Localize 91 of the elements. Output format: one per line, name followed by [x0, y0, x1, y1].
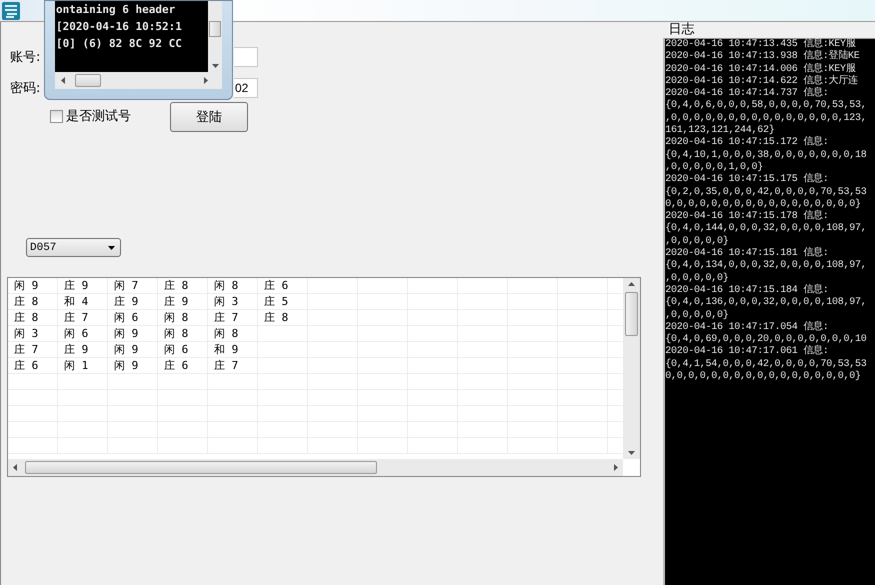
test-account-label[interactable]: 是否测试号 [66, 107, 131, 125]
vertical-scrollbar[interactable] [623, 278, 640, 459]
scroll-thumb[interactable] [209, 21, 221, 37]
down-arrow-icon[interactable] [212, 64, 218, 68]
table-cell: 庄 8 [258, 310, 308, 325]
log-line: 2020-04-16 10:47:13.435 信息:KEY服 [665, 39, 857, 50]
horizontal-scrollbar[interactable] [55, 72, 222, 89]
log-line: 0,0,0,0,0,0,0,0,0,0,0,0,0,0,0,0,0} [665, 198, 862, 210]
log-title: 日志 [667, 22, 696, 38]
up-arrow-icon[interactable] [628, 282, 635, 286]
right-arrow-icon[interactable] [204, 77, 208, 84]
right-arrow-icon[interactable] [614, 464, 618, 471]
table-cell: 庄 7 [58, 310, 108, 325]
log-line: 161,123,121,244,62} [665, 125, 776, 137]
password-label: 密码: [10, 80, 42, 97]
left-arrow-icon[interactable] [13, 464, 17, 471]
vertical-scrollbar[interactable] [208, 1, 222, 72]
log-line: 2020-04-16 10:47:17.061 信息: [665, 346, 830, 358]
log-line: 2020-04-16 10:47:15.175 信息: [665, 174, 830, 186]
scroll-thumb[interactable] [25, 461, 377, 474]
table-cell: 闲 3 [8, 326, 58, 341]
account-input[interactable] [234, 47, 258, 67]
table-cell: 庄 5 [258, 294, 308, 309]
log-line: ,0,0,0,0,0} [665, 310, 730, 322]
table-cell: 闲 3 [208, 294, 258, 309]
table-dropdown[interactable]: D057 [26, 238, 121, 257]
table-cell: 闲 1 [58, 358, 108, 373]
table-cell: 庄 8 [8, 310, 58, 325]
table-cell: 闲 6 [58, 326, 108, 341]
table-cell: 闲 9 [108, 326, 158, 341]
table-cell: 庄 6 [158, 358, 208, 373]
log-line: {0,4,0,134,0,0,0,32,0,0,0,0,108,97, [665, 260, 868, 272]
login-button[interactable]: 登陆 [170, 102, 248, 132]
scroll-thumb[interactable] [625, 292, 638, 336]
horizontal-scrollbar[interactable] [8, 459, 623, 476]
table-cell: 闲 8 [208, 326, 258, 341]
log-line: {0,4,0,6,0,0,0,58,0,0,0,0,70,53,53, [665, 100, 868, 113]
log-line: 2020-04-16 10:47:14.737 信息: [665, 88, 830, 100]
table-cell: 庄 7 [208, 310, 258, 325]
table-cell: 闲 8 [158, 310, 208, 325]
console-line: [0] (6) 82 8C 92 CC [56, 36, 183, 52]
log-line: 2020-04-16 10:47:15.172 信息: [665, 137, 830, 150]
table-cell: 庄 8 [158, 278, 208, 293]
log-line: 2020-04-16 10:47:14.006 信息:KEY服 [665, 64, 857, 75]
checkbox[interactable] [50, 110, 63, 122]
log-line: ,0,0,0,0,0} [665, 236, 730, 248]
down-arrow-icon[interactable] [628, 451, 635, 455]
app-icon[interactable] [2, 2, 20, 20]
log-line: {0,4,0,144,0,0,0,32,0,0,0,0,108,97, [665, 223, 868, 236]
log-line: ,0,0,0,0,0} [665, 272, 730, 285]
table-cell: 庄 9 [58, 342, 108, 357]
caret-icon [108, 246, 115, 250]
table-cell: 庄 7 [8, 342, 58, 357]
table-cell: 庄 8 [8, 294, 58, 309]
console-line: [2020-04-16 10:52:1 [56, 19, 183, 35]
table-cell: 闲 8 [158, 326, 208, 341]
log-line: 2020-04-16 10:47:14.622 信息:大厅连 [665, 76, 859, 87]
table-cell: 庄 9 [108, 294, 158, 309]
log-line: 2020-04-16 10:47:15.178 信息: [665, 211, 830, 222]
log-line: {0,4,10,1,0,0,0,38,0,0,0,0,0,0,0,18 [665, 150, 868, 162]
table-cell: 闲 9 [108, 342, 158, 357]
log-line: 2020-04-16 10:47:15.181 信息: [665, 248, 830, 260]
table-cell: 庄 9 [58, 278, 108, 293]
password-input[interactable]: 02 [234, 78, 258, 98]
table-cell: 和 4 [58, 294, 108, 309]
log-line: ,0,0,0,0,0,1,0,0} [665, 162, 764, 174]
table-cell: 闲 9 [108, 358, 158, 373]
table-cell: 闲 6 [158, 342, 208, 357]
log-line: 2020-04-16 10:47:17.054 信息: [665, 322, 830, 334]
table-cell: 闲 8 [208, 278, 258, 293]
table-cell: 闲 7 [108, 278, 158, 293]
table-cell: 庄 6 [8, 358, 58, 373]
console-line: ontaining 6 header [56, 2, 176, 18]
left-arrow-icon[interactable] [61, 77, 65, 84]
log-line: 2020-04-16 10:47:15.184 信息: [665, 284, 830, 296]
log-line: 0,0,0,0,0,0,0,0,0,0,0,0,0,0,0,0,0} [665, 371, 862, 384]
log-line: {0,4,1,54,0,0,0,42,0,0,0,0,70,53,53 [665, 358, 868, 370]
table-cell: 庄 6 [258, 278, 308, 293]
log-line: {0,4,0,69,0,0,0,20,0,0,0,0,0,0,0,10 [665, 334, 868, 346]
table-cell: 庄 9 [158, 294, 208, 309]
log-line: 2020-04-16 10:47:13.938 信息:登陆KE [665, 51, 861, 62]
log-line: {0,4,0,136,0,0,0,32,0,0,0,0,108,97, [665, 297, 868, 310]
console-window[interactable]: ontaining 6 header [2020-04-16 10:52:1 [0] (6) 82 8C 92 CC [44, 0, 233, 100]
scroll-thumb[interactable] [75, 74, 101, 87]
account-label: 账号: [10, 49, 42, 66]
table-cell: 庄 7 [208, 358, 258, 373]
table-cell: 闲 6 [108, 310, 158, 325]
table-cell: 和 9 [208, 342, 258, 357]
log-line: ,0,0,0,0,0,0,0,0,0,0,0,0,0,0,0,123, [665, 112, 868, 124]
log-line: {0,2,0,35,0,0,0,42,0,0,0,0,70,53,53 [665, 186, 868, 198]
table-cell: 闲 9 [8, 278, 58, 293]
